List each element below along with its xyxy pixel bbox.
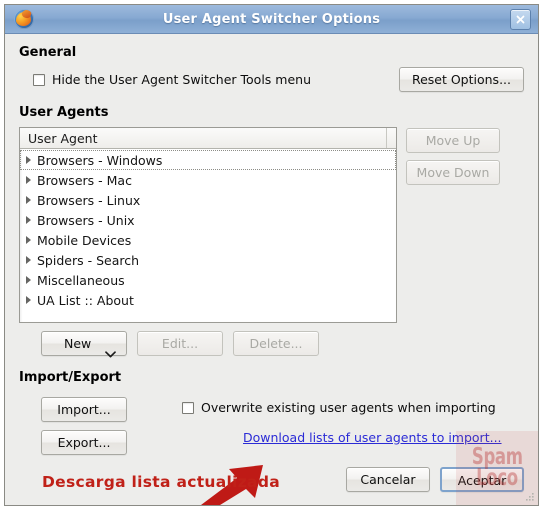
list-header-row: User Agent — [20, 128, 396, 149]
move-down-button[interactable]: Move Down — [406, 160, 500, 185]
overwrite-checkbox[interactable] — [182, 401, 194, 414]
expand-triangle-icon[interactable] — [26, 276, 31, 284]
export-button[interactable]: Export... — [41, 430, 127, 455]
title-bar: User Agent Switcher Options — [5, 5, 538, 34]
crud-buttons: New Edit... Delete... — [41, 331, 524, 358]
list-item-label: Mobile Devices — [37, 232, 132, 248]
overwrite-label: Overwrite existing user agents when impo… — [201, 400, 496, 415]
expand-triangle-icon[interactable] — [26, 156, 31, 164]
general-row: Hide the User Agent Switcher Tools menu … — [19, 67, 524, 92]
resize-grip-icon[interactable] — [524, 491, 535, 502]
hide-menu-label: Hide the User Agent Switcher Tools menu — [52, 72, 312, 87]
new-button-label: New — [64, 336, 92, 351]
user-agents-area: User Agent Browsers - Windows Browsers - … — [19, 127, 524, 323]
general-heading: General — [19, 45, 77, 60]
overwrite-row: Overwrite existing user agents when impo… — [182, 400, 502, 415]
move-up-button[interactable]: Move Up — [406, 128, 500, 153]
expand-triangle-icon[interactable] — [26, 196, 31, 204]
dialog-footer: Cancelar Aceptar — [346, 467, 524, 492]
move-buttons: Move Up Move Down — [406, 127, 500, 185]
options-dialog: User Agent Switcher Options General Hide… — [4, 4, 539, 506]
column-separator — [386, 128, 396, 148]
import-button[interactable]: Import... — [41, 397, 127, 422]
list-item[interactable]: Browsers - Linux — [20, 190, 396, 210]
list-item[interactable]: Browsers - Mac — [20, 170, 396, 190]
edit-button[interactable]: Edit... — [137, 331, 223, 356]
list-item-label: Browsers - Linux — [37, 192, 141, 208]
import-export-heading: Import/Export — [19, 370, 122, 385]
hide-menu-checkbox[interactable] — [33, 73, 45, 86]
expand-triangle-icon[interactable] — [26, 176, 31, 184]
import-options: Overwrite existing user agents when impo… — [182, 397, 502, 455]
window-title: User Agent Switcher Options — [162, 11, 381, 27]
accept-button[interactable]: Aceptar — [440, 467, 524, 492]
delete-button[interactable]: Delete... — [233, 331, 319, 356]
list-body: Browsers - Windows Browsers - Mac Browsers… — [20, 149, 396, 310]
import-export-area: Import... Export... Overwrite existing u… — [19, 397, 524, 455]
dialog-content: General Hide the User Agent Switcher Too… — [5, 34, 538, 505]
expand-triangle-icon[interactable] — [26, 216, 31, 224]
cancel-button[interactable]: Cancelar — [346, 467, 430, 492]
reset-options-button[interactable]: Reset Options... — [398, 67, 524, 92]
list-item[interactable]: Miscellaneous — [20, 270, 396, 290]
list-item-label: Miscellaneous — [37, 272, 125, 288]
list-item[interactable]: Mobile Devices — [20, 230, 396, 250]
list-item[interactable]: UA List :: About — [20, 290, 396, 310]
list-item-label: Browsers - Windows — [37, 152, 163, 168]
annotation-text: Descarga lista actualizada — [42, 473, 280, 491]
list-item[interactable]: Browsers - Windows — [20, 150, 396, 170]
close-icon[interactable] — [510, 9, 531, 30]
new-button[interactable]: New — [41, 331, 127, 358]
list-item[interactable]: Browsers - Unix — [20, 210, 396, 230]
user-agents-list[interactable]: User Agent Browsers - Windows Browsers - … — [19, 127, 397, 323]
import-export-buttons: Import... Export... — [41, 397, 127, 455]
list-item-label: Spiders - Search — [37, 252, 140, 268]
download-lists-link[interactable]: Download lists of user agents to import.… — [243, 430, 502, 445]
list-item-label: Browsers - Mac — [37, 172, 132, 188]
list-item[interactable]: Spiders - Search — [20, 250, 396, 270]
chevron-down-icon — [105, 342, 116, 365]
expand-triangle-icon[interactable] — [26, 296, 31, 304]
column-header-user-agent[interactable]: User Agent — [20, 131, 386, 146]
list-item-label: Browsers - Unix — [37, 212, 135, 228]
firefox-icon — [14, 9, 34, 29]
expand-triangle-icon[interactable] — [26, 236, 31, 244]
list-item-label: UA List :: About — [37, 292, 134, 308]
expand-triangle-icon[interactable] — [26, 256, 31, 264]
user-agents-heading: User Agents — [19, 105, 109, 120]
